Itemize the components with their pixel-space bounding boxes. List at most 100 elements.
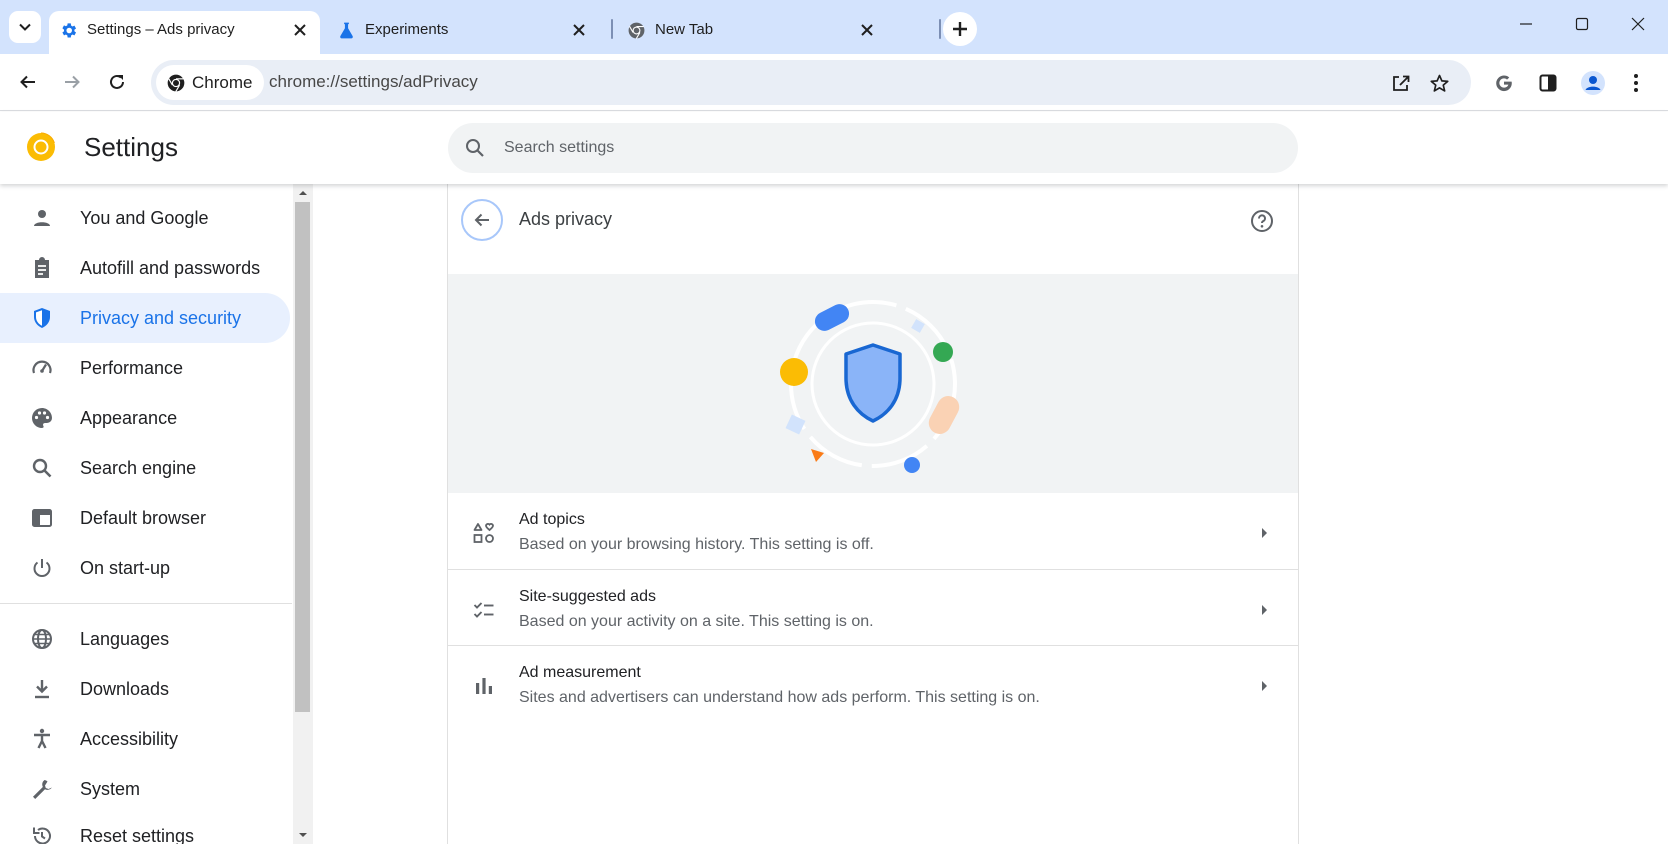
tab-search-button[interactable]	[9, 11, 41, 43]
sidebar-item-label: Accessibility	[80, 729, 179, 749]
accessibility-icon	[34, 728, 50, 749]
close-icon[interactable]	[288, 18, 312, 42]
search-input[interactable]	[504, 123, 1264, 173]
sidebar-item-performance[interactable]: Performance	[0, 343, 290, 393]
clipboard-icon	[35, 257, 49, 278]
settings-header: Settings	[0, 112, 1668, 184]
ads-privacy-illustration	[448, 274, 1298, 493]
profile-button[interactable]	[1577, 67, 1609, 99]
more-vert-icon	[1634, 74, 1638, 92]
help-icon	[1251, 210, 1273, 232]
back-arrow-button[interactable]	[461, 199, 503, 241]
gear-icon	[62, 23, 77, 38]
row-subtitle: Based on your activity on a site. This s…	[519, 613, 874, 630]
side-panel-button[interactable]	[1532, 67, 1564, 99]
sidebar: You and Google Autofill and passwords Pr…	[0, 184, 292, 844]
sidebar-item-label: Reset settings	[80, 826, 195, 844]
row-title: Ad measurement	[519, 664, 641, 681]
tab-strip: Settings – Ads privacy Experiments New T…	[0, 0, 1668, 54]
bar-chart-icon	[476, 678, 492, 694]
ads-privacy-card: Ads privacy Ad topics Based on your brow…	[447, 184, 1299, 844]
person-icon	[34, 210, 50, 226]
shield-icon	[34, 308, 50, 328]
address-bar[interactable]: Chrome chrome://settings/adPrivacy	[151, 60, 1471, 105]
ad-topics-row[interactable]: Ad topics Based on your browsing history…	[448, 493, 1298, 573]
minimize-icon	[1520, 23, 1532, 25]
search-icon	[32, 458, 52, 478]
star-icon	[1429, 74, 1449, 92]
share-button[interactable]	[1386, 68, 1416, 98]
arrow-right-icon	[1262, 528, 1267, 538]
sidebar-item-on-start-up[interactable]: On start-up	[0, 543, 290, 593]
arrow-left-icon	[20, 75, 35, 89]
row-title: Ad topics	[519, 511, 585, 528]
sidebar-scrollbar[interactable]	[293, 184, 313, 844]
download-icon	[35, 680, 49, 699]
scroll-down-arrow-icon[interactable]	[298, 830, 308, 840]
bookmark-button[interactable]	[1424, 68, 1454, 98]
search-icon	[464, 137, 486, 159]
google-button[interactable]	[1488, 67, 1520, 99]
chip-label: Chrome	[192, 72, 253, 92]
page-title: Settings	[84, 132, 178, 162]
scroll-up-arrow-icon[interactable]	[298, 188, 308, 198]
ad-measurement-row[interactable]: Ad measurement Sites and advertisers can…	[448, 645, 1298, 725]
tab-new-tab[interactable]: New Tab	[617, 11, 888, 54]
minimize-button[interactable]	[1502, 6, 1550, 42]
maximize-button[interactable]	[1558, 6, 1606, 42]
flask-icon	[340, 22, 353, 39]
reload-button[interactable]	[99, 64, 135, 100]
sidebar-item-system[interactable]: System	[0, 764, 290, 814]
sidebar-item-label: Languages	[80, 629, 170, 649]
tab-separator	[611, 19, 613, 39]
sidebar-item-you-and-google[interactable]: You and Google	[0, 193, 290, 243]
sidebar-item-label: Performance	[80, 358, 184, 378]
checklist-icon	[473, 602, 494, 618]
tab-title: Experiments	[365, 21, 449, 38]
arrow-left-icon	[474, 213, 489, 227]
back-button[interactable]	[10, 64, 46, 100]
window-close-button[interactable]	[1614, 6, 1662, 42]
maximize-icon	[1575, 17, 1589, 31]
new-tab-button[interactable]	[943, 12, 977, 46]
sidebar-item-label: System	[80, 779, 141, 799]
plus-icon	[953, 22, 967, 36]
side-panel-icon	[1539, 74, 1557, 92]
close-icon[interactable]	[855, 18, 879, 42]
help-button[interactable]	[1248, 207, 1276, 235]
search-box[interactable]	[448, 123, 1298, 173]
close-icon[interactable]	[567, 18, 591, 42]
sidebar-item-default-browser[interactable]: Default browser	[0, 493, 290, 543]
sidebar-item-label: You and Google	[80, 208, 209, 228]
sidebar-item-appearance[interactable]: Appearance	[0, 393, 290, 443]
sidebar-item-label: Privacy and security	[80, 308, 242, 328]
globe-icon	[32, 629, 52, 649]
menu-button[interactable]	[1620, 67, 1652, 99]
tab-title: Settings – Ads privacy	[87, 21, 235, 38]
chevron-down-icon	[19, 23, 31, 31]
sidebar-item-label: Autofill and passwords	[80, 258, 261, 278]
sidebar-item-reset-settings[interactable]: Reset settings	[0, 811, 290, 844]
sidebar-item-downloads[interactable]: Downloads	[0, 664, 290, 714]
site-info-chip[interactable]: Chrome	[156, 65, 265, 100]
tab-experiments[interactable]: Experiments	[327, 11, 598, 54]
reset-icon	[33, 827, 51, 844]
sidebar-item-search-engine[interactable]: Search engine	[0, 443, 290, 493]
tab-settings-ads-privacy[interactable]: Settings – Ads privacy	[49, 11, 320, 54]
scrollbar-thumb[interactable]	[295, 202, 310, 712]
sidebar-item-languages[interactable]: Languages	[0, 614, 290, 664]
row-subtitle: Based on your browsing history. This set…	[519, 536, 874, 553]
chrome-icon	[628, 22, 645, 39]
arrow-right-icon	[65, 75, 80, 89]
site-suggested-ads-row[interactable]: Site-suggested ads Based on your activit…	[448, 569, 1298, 649]
sidebar-item-autofill[interactable]: Autofill and passwords	[0, 243, 290, 293]
speedometer-icon	[32, 360, 52, 374]
row-subtitle: Sites and advertisers can understand how…	[519, 689, 1040, 706]
forward-button[interactable]	[54, 64, 90, 100]
avatar-icon	[1581, 71, 1605, 95]
arrow-right-icon	[1262, 605, 1267, 615]
url-text[interactable]: chrome://settings/adPrivacy	[269, 72, 478, 92]
sidebar-item-accessibility[interactable]: Accessibility	[0, 714, 290, 764]
share-icon	[1393, 75, 1410, 91]
sidebar-item-privacy-and-security[interactable]: Privacy and security	[0, 293, 290, 343]
